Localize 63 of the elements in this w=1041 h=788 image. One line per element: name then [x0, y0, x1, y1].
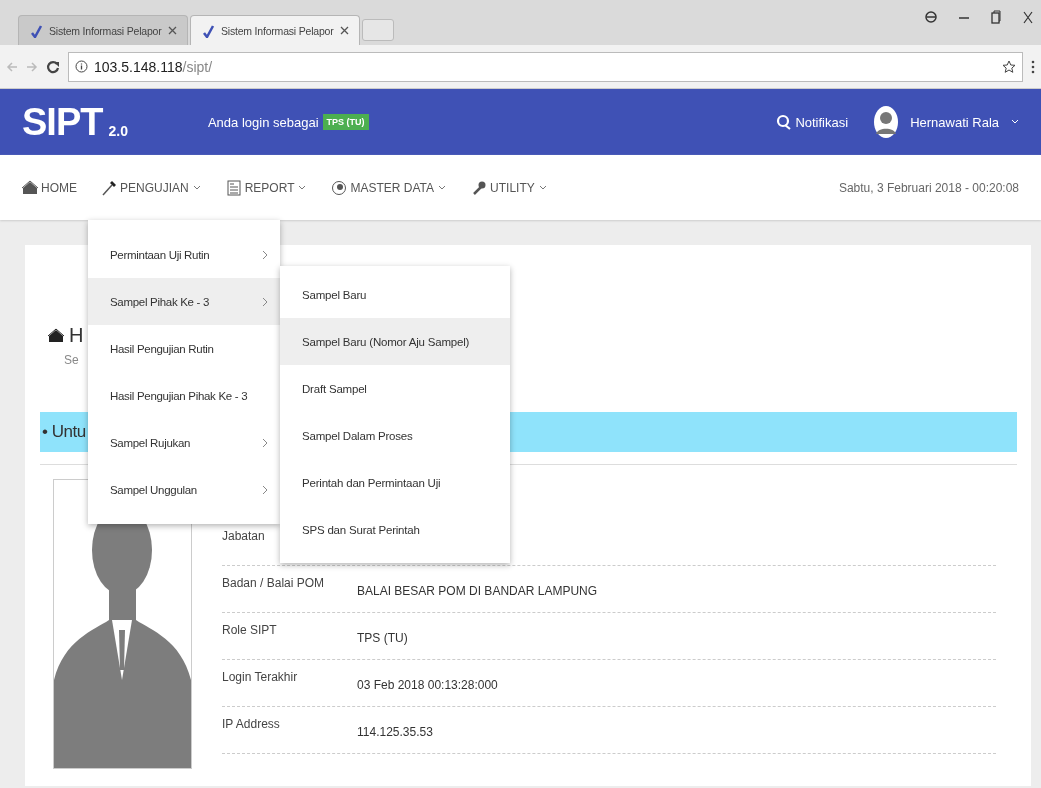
- close-icon[interactable]: [168, 26, 177, 35]
- caret-icon: [537, 184, 548, 191]
- close-icon[interactable]: [340, 26, 349, 35]
- caret-icon: [191, 184, 202, 191]
- version-label: 2.0: [108, 123, 128, 139]
- nav-item[interactable]: UTILITY: [471, 179, 548, 196]
- chevron-icon: [262, 249, 268, 260]
- chevron-icon: [262, 484, 268, 495]
- section-title: • Untu: [42, 422, 86, 442]
- role-badge: TPS (TU): [322, 114, 369, 130]
- field-label: Badan / Balai POM: [222, 576, 325, 590]
- caret-icon: [437, 184, 448, 191]
- browser-tab[interactable]: Sistem Informasi Pelapor: [190, 15, 360, 45]
- field-label: Login Terakhir: [222, 670, 298, 684]
- home-icon: [22, 179, 38, 196]
- field-value: 114.125.35.53: [357, 725, 433, 739]
- login-text: Anda login sebagai: [207, 114, 319, 130]
- restore-icon[interactable]: [991, 10, 1001, 24]
- page-heading: H: [69, 324, 84, 347]
- page-subtitle: Se: [64, 353, 80, 367]
- field-label: Jabatan: [222, 529, 265, 543]
- submenu-item[interactable]: Sampel Dalam Proses: [280, 412, 510, 459]
- nav-item[interactable]: HOME: [22, 179, 77, 196]
- caret-icon: [1011, 119, 1019, 125]
- nav-item[interactable]: REPORT: [225, 179, 308, 196]
- home-icon: [48, 327, 64, 344]
- nav-item[interactable]: PENGUJIAN: [101, 179, 202, 196]
- date-time: Sabtu, 3 Februari 2018 - 00:20:08: [838, 180, 1019, 195]
- menu-item[interactable]: Sampel Rujukan: [88, 419, 280, 466]
- menu-item[interactable]: Hasil Pengujian Pihak Ke - 3: [88, 372, 280, 419]
- reload-icon[interactable]: [46, 59, 60, 74]
- info-icon: [75, 60, 88, 73]
- document-icon: [225, 179, 242, 196]
- submenu-item[interactable]: Sampel Baru: [280, 271, 510, 318]
- menu-item[interactable]: Permintaan Uji Rutin: [88, 231, 280, 278]
- close-icon[interactable]: [1023, 10, 1033, 24]
- favicon-check-icon: [29, 23, 43, 38]
- menu-item[interactable]: Sampel Unggulan: [88, 466, 280, 513]
- avatar-icon: [874, 106, 899, 138]
- submenu-item[interactable]: SPS dan Surat Perintah: [280, 506, 510, 553]
- star-icon[interactable]: [1002, 59, 1016, 74]
- submenu-item[interactable]: Draft Sampel: [280, 365, 510, 412]
- nav-item[interactable]: MASTER DATA: [331, 179, 448, 196]
- address-bar[interactable]: 103.5.148.118/sipt/: [68, 51, 1023, 82]
- field-value: 03 Feb 2018 00:13:28:000: [357, 678, 498, 692]
- submenu-item[interactable]: Sampel Baru (Nomor Aju Sampel): [280, 318, 510, 365]
- menu-item[interactable]: Hasil Pengujian Rutin: [88, 325, 280, 372]
- field-value: BALAI BESAR POM DI BANDAR LAMPUNG: [357, 584, 598, 598]
- user-menu[interactable]: Hernawati Rala: [874, 106, 1019, 138]
- field-label: Role SIPT: [222, 623, 277, 637]
- url-text: 103.5.148.118/sipt/: [94, 58, 213, 75]
- chevron-icon: [262, 296, 268, 307]
- menu-item[interactable]: Sampel Pihak Ke - 3: [88, 278, 280, 325]
- submenu-item[interactable]: Perintah dan Permintaan Uji: [280, 459, 510, 506]
- chevron-icon: [262, 437, 268, 448]
- favicon-check-icon: [201, 23, 215, 38]
- browser-tab[interactable]: Sistem Informasi Pelapor: [18, 15, 188, 45]
- app-logo[interactable]: SIPT: [22, 100, 103, 144]
- field-label: IP Address: [222, 717, 280, 731]
- menu-icon[interactable]: [1031, 59, 1035, 74]
- caret-icon: [297, 184, 308, 191]
- notifications-link[interactable]: Notifikasi: [776, 114, 849, 130]
- field-value: TPS (TU): [357, 631, 408, 645]
